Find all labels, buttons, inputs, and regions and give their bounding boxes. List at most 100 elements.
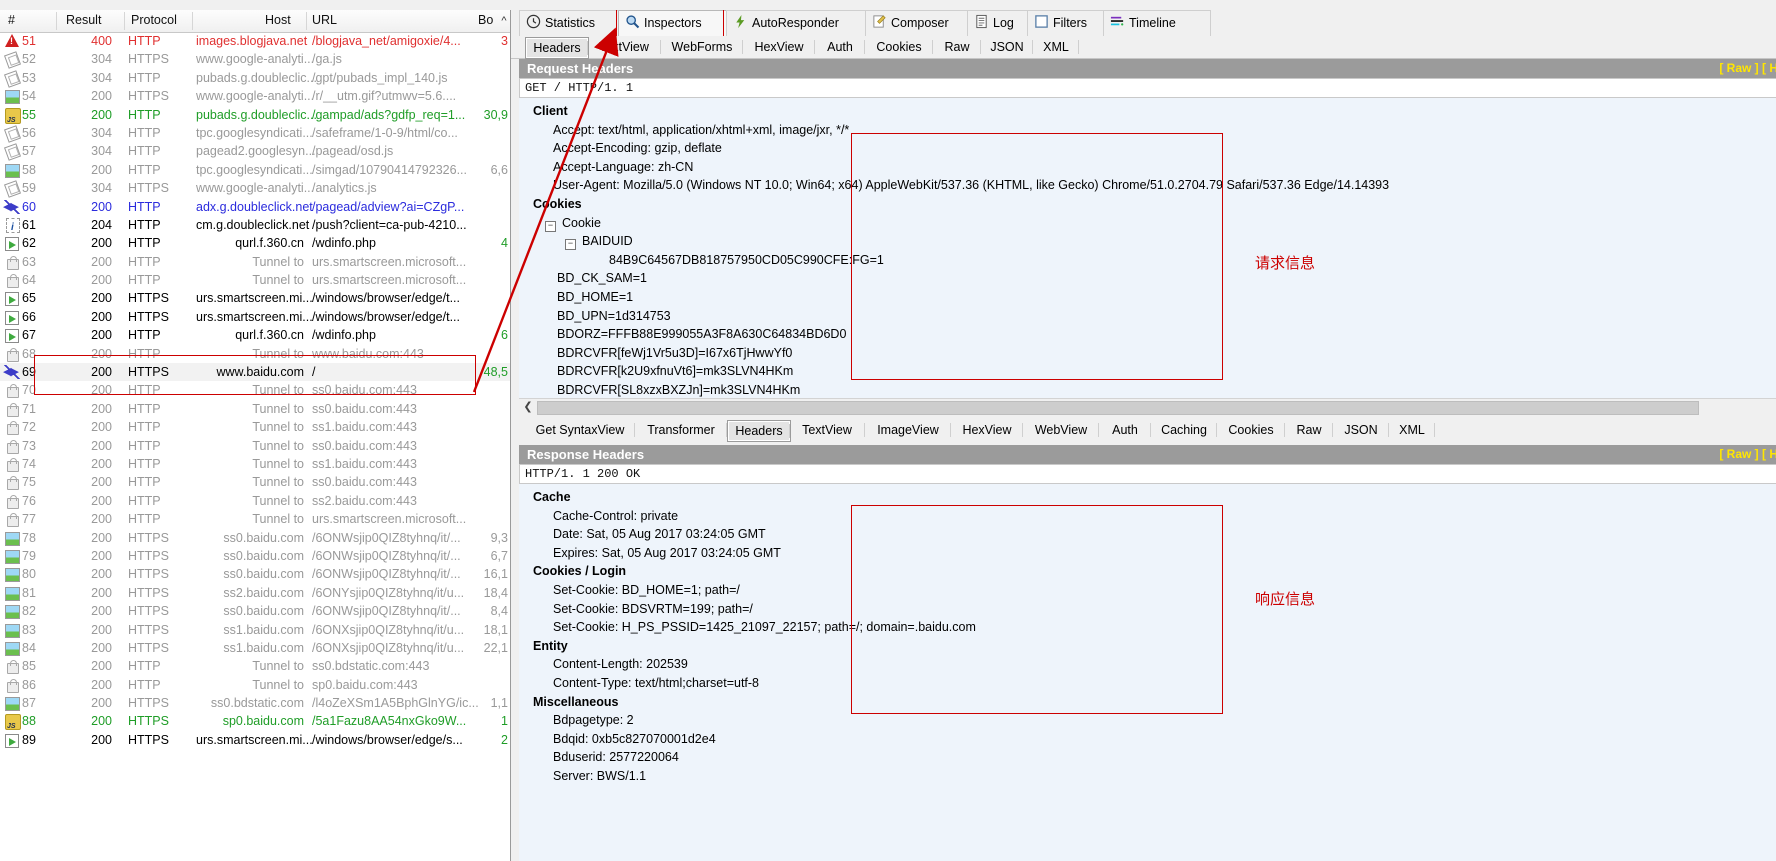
table-row[interactable]: 61204HTTPcm.g.doubleclick.net/push?clien… <box>0 216 510 234</box>
response-tab-json[interactable]: JSON <box>1333 420 1389 440</box>
request-hscrollbar[interactable]: ❮ <box>519 398 1776 415</box>
table-row[interactable]: 79200HTTPSss0.baidu.com/6ONWsjip0QIZ8tyh… <box>0 547 510 565</box>
request-tab-json[interactable]: JSON <box>981 37 1033 57</box>
table-row[interactable]: 69200HTTPSwww.baidu.com/48,5 <box>0 363 510 381</box>
tab-inspectors[interactable]: Inspectors <box>618 10 738 36</box>
table-row[interactable]: 57304HTTPpagead2.googlesyn.../pagead/osd… <box>0 142 510 160</box>
table-row[interactable]: 85200HTTPTunnel toss0.bdstatic.com:443 <box>0 657 510 675</box>
table-row[interactable]: 59304HTTPSwww.google-analyti.../analytic… <box>0 179 510 197</box>
column-header-number[interactable]: # <box>8 13 15 27</box>
table-row[interactable]: 75200HTTPTunnel toss0.baidu.com:443 <box>0 473 510 491</box>
table-row[interactable]: 66200HTTPSurs.smartscreen.mi.../windows/… <box>0 308 510 326</box>
tree-collapse-icon[interactable]: − <box>545 221 556 232</box>
response-tab-caching[interactable]: Caching <box>1151 420 1217 440</box>
sessions-list[interactable]: 51400HTTPimages.blogjava.net/blogjava_ne… <box>0 32 510 861</box>
cookie-tree-child[interactable]: −BAIDUID <box>565 234 633 249</box>
table-row[interactable]: 86200HTTPTunnel tosp0.baidu.com:443 <box>0 676 510 694</box>
table-row[interactable]: 64200HTTPTunnel tours.smartscreen.micros… <box>0 271 510 289</box>
column-header-url[interactable]: URL <box>312 13 337 27</box>
table-row[interactable]: 80200HTTPSss0.baidu.com/6ONWsjip0QIZ8tyh… <box>0 565 510 583</box>
column-header-result[interactable]: Result <box>66 13 101 27</box>
table-row[interactable]: 78200HTTPSss0.baidu.com/6ONWsjip0QIZ8tyh… <box>0 529 510 547</box>
request-tab-webforms[interactable]: WebForms <box>661 37 743 57</box>
tab-autoresponder[interactable]: AutoResponder <box>726 10 877 36</box>
header-line: Content-Type: text/html;charset=utf-8 <box>553 676 759 691</box>
table-row[interactable]: 83200HTTPSss1.baidu.com/6ONXsjip0QIZ8tyh… <box>0 621 510 639</box>
response-tab-get-syntaxview[interactable]: Get SyntaxView <box>525 420 635 440</box>
cell-result: 200 <box>56 253 112 271</box>
header-line: Server: BWS/1.1 <box>553 769 646 784</box>
table-row[interactable]: 72200HTTPTunnel toss1.baidu.com:443 <box>0 418 510 436</box>
table-row[interactable]: 67200HTTPqurl.f.360.cn/wdinfo.php6 <box>0 326 510 344</box>
response-tab-textview[interactable]: TextView <box>789 420 865 440</box>
table-row[interactable]: 60200HTTPadx.g.doubleclick.net/pagead/ad… <box>0 198 510 216</box>
cell-host: www.google-analyti... <box>196 87 304 105</box>
table-row[interactable]: 84200HTTPSss1.baidu.com/6ONXsjip0QIZ8tyh… <box>0 639 510 657</box>
sessions-scroll-up-caret[interactable]: ^ <box>498 12 510 30</box>
main-tabbar[interactable]: StatisticsInspectorsAutoResponderCompose… <box>511 10 1776 36</box>
sessions-panel[interactable]: # Result Protocol Host URL Bo 51400HTTPi… <box>0 10 511 861</box>
column-header-protocol[interactable]: Protocol <box>131 13 177 27</box>
request-tab-cookies[interactable]: Cookies <box>865 37 933 57</box>
table-row[interactable]: 52304HTTPSwww.google-analyti.../ga.js <box>0 50 510 68</box>
cell-number: 87 <box>22 694 58 712</box>
tab-composer[interactable]: Composer <box>865 10 979 36</box>
table-row[interactable]: 70200HTTPTunnel toss0.baidu.com:443 <box>0 381 510 399</box>
request-tab-raw[interactable]: Raw <box>933 37 981 57</box>
table-row[interactable]: 74200HTTPTunnel toss1.baidu.com:443 <box>0 455 510 473</box>
request-tab-textview[interactable]: TextView <box>587 37 661 57</box>
response-tab-imageview[interactable]: ImageView <box>865 420 951 440</box>
column-divider[interactable] <box>124 12 125 30</box>
response-tab-xml[interactable]: XML <box>1389 420 1435 440</box>
table-row[interactable]: 56304HTTPtpc.googlesyndicati.../safefram… <box>0 124 510 142</box>
response-tab-transformer[interactable]: Transformer <box>635 420 727 440</box>
response-tab-auth[interactable]: Auth <box>1099 420 1151 440</box>
table-row[interactable]: 63200HTTPTunnel tours.smartscreen.micros… <box>0 253 510 271</box>
tree-collapse-icon[interactable]: − <box>565 239 576 250</box>
chevron-left-icon[interactable]: ❮ <box>521 400 535 414</box>
table-row[interactable]: 54200HTTPSwww.google-analyti.../r/__utm.… <box>0 87 510 105</box>
request-tab-auth[interactable]: Auth <box>815 37 865 57</box>
response-tab-hexview[interactable]: HexView <box>951 420 1023 440</box>
table-row[interactable]: 76200HTTPTunnel toss2.baidu.com:443 <box>0 492 510 510</box>
column-header-body[interactable]: Bo <box>478 13 493 27</box>
request-raw-links[interactable]: [ Raw ] [ H <box>1719 59 1776 78</box>
table-row[interactable]: 53304HTTPpubads.g.doubleclic.../gpt/puba… <box>0 69 510 87</box>
table-row[interactable]: 71200HTTPTunnel toss0.baidu.com:443 <box>0 400 510 418</box>
table-row[interactable]: 51400HTTPimages.blogjava.net/blogjava_ne… <box>0 32 510 50</box>
tab-timeline[interactable]: Timeline <box>1103 10 1211 36</box>
column-divider[interactable] <box>306 12 307 30</box>
response-tab-headers[interactable]: Headers <box>727 420 791 442</box>
request-tabbar[interactable]: HeadersTextViewWebFormsHexViewAuthCookie… <box>511 36 1776 59</box>
js-icon <box>4 714 20 728</box>
tab-filters[interactable]: Filters <box>1027 10 1115 36</box>
table-row[interactable]: 55200HTTPpubads.g.doubleclic.../gampad/a… <box>0 106 510 124</box>
table-row[interactable]: 65200HTTPSurs.smartscreen.mi.../windows/… <box>0 289 510 307</box>
column-header-host[interactable]: Host <box>265 13 291 27</box>
response-raw-links[interactable]: [ Raw ] [ H <box>1719 445 1776 464</box>
cell-number: 83 <box>22 621 58 639</box>
tab-statistics[interactable]: Statistics <box>519 10 630 36</box>
table-row[interactable]: 81200HTTPSss2.baidu.com/6ONYsjip0QIZ8tyh… <box>0 584 510 602</box>
cookie-tree-root[interactable]: −Cookie <box>545 216 601 231</box>
column-divider[interactable] <box>56 12 57 30</box>
table-row[interactable]: 88200HTTPSsp0.baidu.com/5a1Fazu8AA54nxGk… <box>0 712 510 730</box>
request-tab-hexview[interactable]: HexView <box>743 37 815 57</box>
response-tab-raw[interactable]: Raw <box>1285 420 1333 440</box>
request-hscroll-thumb[interactable] <box>537 401 1699 415</box>
response-tab-cookies[interactable]: Cookies <box>1217 420 1285 440</box>
table-row[interactable]: 62200HTTPqurl.f.360.cn/wdinfo.php4 <box>0 234 510 252</box>
request-tab-xml[interactable]: XML <box>1033 37 1079 57</box>
request-tab-headers[interactable]: Headers <box>525 37 589 59</box>
table-row[interactable]: 89200HTTPSurs.smartscreen.mi.../windows/… <box>0 731 510 749</box>
cell-protocol: HTTPS <box>128 179 186 197</box>
table-row[interactable]: 82200HTTPSss0.baidu.com/6ONWsjip0QIZ8tyh… <box>0 602 510 620</box>
response-tab-webview[interactable]: WebView <box>1023 420 1099 440</box>
table-row[interactable]: 87200HTTPSss0.bdstatic.com/l4oZeXSm1A5Bp… <box>0 694 510 712</box>
column-divider[interactable] <box>192 12 193 30</box>
table-row[interactable]: 58200HTTPtpc.googlesyndicati.../simgad/1… <box>0 161 510 179</box>
response-tabbar[interactable]: Get SyntaxViewTransformerHeadersTextView… <box>511 419 1776 441</box>
table-row[interactable]: 77200HTTPTunnel tours.smartscreen.micros… <box>0 510 510 528</box>
table-row[interactable]: 68200HTTPTunnel towww.baidu.com:443 <box>0 345 510 363</box>
table-row[interactable]: 73200HTTPTunnel toss0.baidu.com:443 <box>0 437 510 455</box>
